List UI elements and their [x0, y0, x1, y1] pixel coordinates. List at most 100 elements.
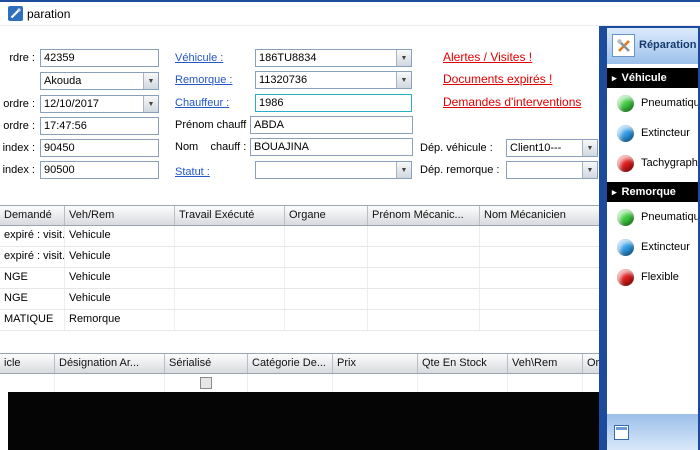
table-cell: Vehicule [65, 247, 175, 267]
trailer-dept-value [507, 162, 582, 178]
dropdown-arrow-icon[interactable]: ▼ [396, 162, 411, 178]
sidebar-item-label: Pneumatique [641, 211, 698, 223]
dropdown-arrow-icon[interactable]: ▼ [396, 50, 411, 66]
dropdown-arrow-icon[interactable]: ▼ [582, 140, 597, 156]
vehicle-dept-combo[interactable]: Client10--- ▼ [506, 139, 598, 157]
table-cell: NGE [0, 268, 65, 288]
table-cell [175, 310, 285, 330]
table-row[interactable]: expiré : visit... Vehicule [0, 226, 600, 247]
trailer-dept-combo[interactable]: ▼ [506, 161, 598, 179]
status-link[interactable]: Statut : [175, 166, 210, 178]
sidebar-item-label: Pneumatique [641, 97, 698, 109]
dropdown-arrow-icon[interactable]: ▼ [582, 162, 597, 178]
column-header[interactable]: Prénom Mécanic... [368, 206, 480, 225]
order-number-field[interactable] [40, 49, 159, 67]
status-combo[interactable]: ▼ [255, 161, 412, 179]
column-header[interactable]: Or... [583, 354, 600, 373]
new-index-label: eau index : [2, 164, 35, 176]
order-date-label: ordre : [3, 98, 35, 110]
trailer-link[interactable]: Remorque : [175, 74, 232, 86]
column-header[interactable]: Veh\Rem [508, 354, 583, 373]
column-header[interactable]: Désignation Ar... [55, 354, 165, 373]
column-header[interactable]: Nom Mécanicien [480, 206, 600, 225]
table-cell [285, 226, 368, 246]
table-cell [480, 268, 600, 288]
table-cell [285, 289, 368, 309]
vehicle-link[interactable]: Véhicule : [175, 52, 223, 64]
interventions-table: Demandé Veh/Rem Travail Exécuté Organe Préno… [0, 205, 600, 353]
sidebar-item-pneumatique[interactable]: Pneumatique [607, 88, 698, 118]
dropdown-arrow-icon[interactable]: ▼ [143, 73, 158, 89]
status-sphere-icon [617, 94, 634, 112]
grid-header: icle Désignation Ar... Sérialisé Catégorie … [0, 354, 600, 374]
column-header[interactable]: Sérialisé [165, 354, 248, 373]
table-cell [480, 310, 600, 330]
documents-expires-link[interactable]: Documents expirés ! [443, 72, 552, 86]
driver-firstname-label: Prénom chauff : [175, 119, 253, 131]
dropdown-arrow-icon[interactable]: ▼ [143, 96, 158, 112]
sidebar-item-flexible[interactable]: Flexible [607, 262, 698, 292]
sidebar-item-tachygraphe[interactable]: Tachygraphe [607, 148, 698, 178]
articles-table: icle Désignation Ar... Sérialisé Catégorie … [0, 353, 600, 392]
driver-link[interactable]: Chauffeur : [175, 97, 229, 109]
table-row[interactable]: NGE Vehicule [0, 268, 600, 289]
table-cell [0, 374, 55, 392]
preview-panel [8, 392, 599, 450]
vehicle-dept-value: Client10--- [510, 142, 562, 154]
titlebar: paration [0, 2, 700, 26]
order-date-picker[interactable]: 12/10/2017 ▼ [40, 95, 159, 113]
column-header[interactable]: Travail Exécuté [175, 206, 285, 225]
sidebar-item-extincteur[interactable]: Extincteur [607, 118, 698, 148]
agency-combo[interactable]: Akouda ▼ [40, 72, 159, 90]
alerts-visites-link[interactable]: Alertes / Visites ! [443, 50, 532, 64]
table-row[interactable]: NGE Vehicule [0, 289, 600, 310]
section-title: Véhicule [621, 72, 667, 84]
task-pane: Réparation ▸ Véhicule Pneumatique Extincteu… [599, 26, 700, 450]
driver-field[interactable] [255, 94, 412, 112]
vehicle-combo[interactable]: 186TU8834 ▼ [255, 49, 412, 67]
demandes-interventions-link[interactable]: Demandes d'interventions [443, 95, 581, 109]
table-cell [480, 289, 600, 309]
sidebar-section-remorque[interactable]: ▸ Remorque [607, 182, 698, 202]
window-title: paration [27, 7, 71, 21]
previous-index-field[interactable] [40, 139, 159, 157]
driver-lastname-field[interactable] [250, 138, 413, 156]
table-cell [333, 374, 418, 392]
table-cell: expiré : visit... [0, 247, 65, 267]
column-header[interactable]: Qte En Stock [418, 354, 508, 373]
table-cell [583, 374, 600, 392]
sidebar-item-label: Extincteur [641, 241, 690, 253]
table-cell [418, 374, 508, 392]
section-arrow-icon: ▸ [612, 186, 617, 197]
serialise-checkbox[interactable] [200, 377, 212, 389]
table-row[interactable] [0, 374, 600, 392]
table-row[interactable]: MATIQUE Remorque [0, 310, 600, 331]
column-header[interactable]: Organe [285, 206, 368, 225]
sidebar-section-véhicule[interactable]: ▸ Véhicule [607, 68, 698, 88]
driver-firstname-field[interactable] [250, 116, 413, 134]
column-header[interactable]: icle [0, 354, 55, 373]
order-time-field[interactable] [40, 117, 159, 135]
table-cell [175, 247, 285, 267]
sidebar-item-pneumatique[interactable]: Pneumatique [607, 202, 698, 232]
driver-lastname-label: Nom chauff : [175, 141, 247, 153]
column-header[interactable]: Prix [333, 354, 418, 373]
sidebar-item-label: Extincteur [641, 127, 690, 139]
status-sphere-icon [617, 268, 634, 286]
task-pane-title: Réparation [639, 39, 697, 51]
vehicle-dept-label: Dép. véhicule : [420, 142, 493, 154]
trailer-combo[interactable]: 11320736 ▼ [255, 71, 412, 89]
sidebar-item-extincteur[interactable]: Extincteur [607, 232, 698, 262]
column-header[interactable]: Demandé [0, 206, 65, 225]
table-cell [285, 268, 368, 288]
table-cell [368, 268, 480, 288]
table-cell: Vehicule [65, 268, 175, 288]
table-cell [55, 374, 165, 392]
new-index-field[interactable] [40, 161, 159, 179]
table-cell [368, 226, 480, 246]
column-header[interactable]: Catégorie De... [248, 354, 333, 373]
table-row[interactable]: expiré : visit... Vehicule [0, 247, 600, 268]
column-header[interactable]: Veh/Rem [65, 206, 175, 225]
app-icon [8, 6, 23, 21]
dropdown-arrow-icon[interactable]: ▼ [396, 72, 411, 88]
